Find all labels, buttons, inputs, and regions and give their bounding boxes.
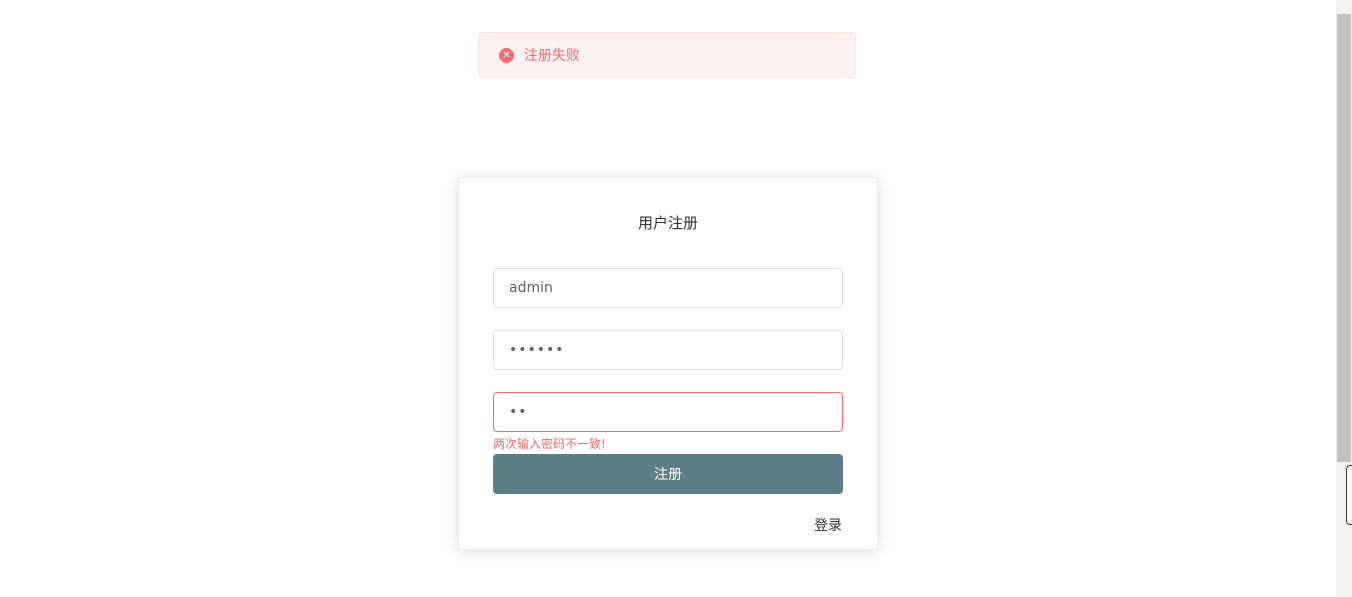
login-link[interactable]: 登录 — [814, 515, 842, 535]
error-message-text: 注册失败 — [524, 48, 580, 64]
register-button[interactable]: 注册 — [493, 454, 843, 494]
password-input[interactable]: •••••• — [493, 330, 843, 370]
register-card: 用户注册 admin •••••• •• 两次输入密码不一致! 注册 登录 — [458, 177, 878, 550]
confirm-password-input[interactable]: •• — [493, 392, 843, 432]
side-tab[interactable] — [1346, 465, 1352, 525]
password-value: •••••• — [509, 342, 565, 358]
confirm-password-error: 两次输入密码不一致! — [493, 437, 606, 451]
register-title: 用户注册 — [637, 214, 698, 232]
page: ✕ 注册失败 用户注册 admin •••••• •• 两次输入密码不一致! 注… — [0, 0, 1352, 597]
scrollbar-thumb[interactable] — [1337, 14, 1351, 462]
error-circle-icon: ✕ — [499, 47, 514, 63]
error-message: ✕ 注册失败 — [478, 32, 856, 78]
username-input[interactable]: admin — [493, 268, 843, 308]
username-value: admin — [509, 280, 553, 296]
confirm-password-value: •• — [509, 404, 528, 420]
